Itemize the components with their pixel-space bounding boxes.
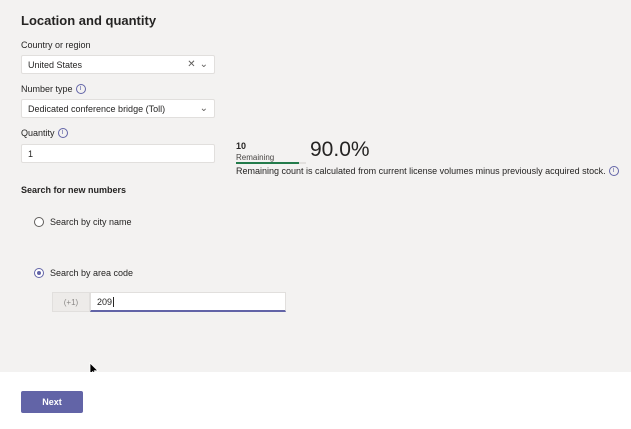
country-value: United States (28, 59, 83, 70)
number-type-dropdown[interactable]: Dedicated conference bridge (Toll) ⌄ (21, 99, 215, 118)
main-panel: Location and quantity Country or region … (0, 0, 631, 377)
area-code-value: 209 (97, 296, 113, 307)
radio-search-area-code[interactable]: Search by area code (34, 268, 133, 278)
remaining-count: 10 (236, 141, 247, 151)
remaining-percent: 90.0% (310, 138, 370, 161)
radio-circle[interactable] (34, 217, 44, 227)
page-title: Location and quantity (21, 13, 157, 28)
number-type-label-text: Number type (21, 84, 73, 94)
quantity-value: 1 (28, 148, 34, 159)
radio-search-city[interactable]: Search by city name (34, 217, 132, 227)
country-label: Country or region (21, 40, 91, 50)
quantity-input[interactable]: 1 (21, 144, 215, 163)
radio-label: Search by city name (50, 217, 132, 227)
chevron-down-icon[interactable]: ⌄ (200, 59, 208, 70)
radio-label: Search by area code (50, 268, 134, 278)
remaining-note: Remaining count is calculated from curre… (236, 166, 619, 176)
remaining-progress-fill (236, 162, 299, 164)
clear-icon[interactable]: ✕ (187, 59, 195, 70)
area-code-input[interactable]: 209 (90, 292, 286, 312)
next-button[interactable]: Next (21, 391, 83, 413)
remaining-progress-bar (236, 162, 306, 164)
chevron-down-icon[interactable]: ⌄ (200, 103, 208, 114)
radio-circle-checked[interactable] (34, 268, 44, 278)
quantity-label-text: Quantity (21, 128, 55, 138)
info-icon[interactable]: i (57, 128, 68, 138)
footer-bar (0, 372, 631, 429)
country-code-prefix: (+1) (52, 292, 90, 312)
info-icon[interactable]: i (608, 166, 619, 176)
number-type-label: Number type i (21, 84, 86, 94)
search-heading: Search for new numbers (21, 185, 127, 195)
text-cursor (113, 296, 115, 307)
country-dropdown[interactable]: United States ✕ ⌄ (21, 55, 215, 74)
remaining-note-text: Remaining count is calculated from curre… (236, 166, 606, 176)
quantity-label: Quantity i (21, 128, 68, 138)
country-label-text: Country or region (21, 40, 91, 50)
info-icon[interactable]: i (75, 84, 86, 94)
number-type-value: Dedicated conference bridge (Toll) (28, 103, 166, 114)
remaining-label: Remaining (236, 153, 275, 162)
